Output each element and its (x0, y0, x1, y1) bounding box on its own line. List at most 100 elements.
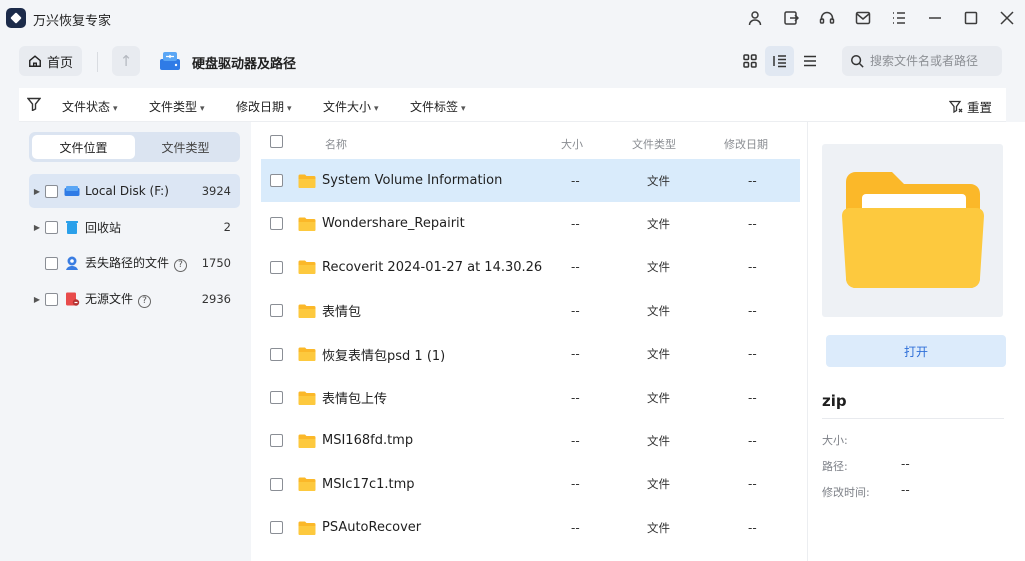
file-row[interactable]: Recoverit 2024-01-27 at 14.30.26 -- 文件 -- (261, 246, 800, 289)
preview-thumbnail (822, 144, 1003, 317)
file-date: -- (748, 347, 757, 362)
filter-modified-date[interactable]: 修改日期 ▾ (236, 98, 292, 115)
filter-file-type[interactable]: 文件类型 ▾ (149, 98, 205, 115)
help-icon[interactable]: ? (174, 259, 188, 272)
mail-icon[interactable] (845, 0, 881, 36)
app-logo-icon (6, 8, 26, 28)
row-checkbox[interactable] (270, 174, 283, 187)
filter-file-tag[interactable]: 文件标签 ▾ (410, 98, 466, 115)
file-size: -- (571, 260, 580, 275)
file-row[interactable]: 恢复表情包psd 1 (1) -- 文件 -- (261, 333, 800, 376)
grid-view-icon[interactable] (735, 46, 764, 76)
row-checkbox[interactable] (270, 391, 283, 404)
sidebar-item-lost-path-files[interactable]: 丢失路径的文件? 1750 (29, 246, 240, 280)
menu-list-icon[interactable] (881, 0, 917, 36)
home-button[interactable]: 首页 (19, 46, 82, 76)
file-row[interactable]: MSIc17c1.tmp -- 文件 -- (261, 463, 800, 506)
help-icon[interactable]: ? (138, 295, 152, 308)
column-header-type[interactable]: 文件类型 (632, 136, 676, 152)
file-name: Wondershare_Repairit (322, 216, 465, 232)
filter-label: 文件大小 (323, 100, 372, 114)
file-row[interactable]: 表情包 -- 文件 -- (261, 289, 800, 332)
view-mode-toggle (735, 46, 824, 76)
reset-filter-icon (948, 100, 963, 113)
row-checkbox[interactable] (270, 477, 283, 491)
up-button[interactable]: ↑ (112, 46, 140, 76)
file-date: -- (748, 433, 757, 448)
select-all-checkbox[interactable] (270, 135, 283, 148)
expand-arrow-icon[interactable]: ▶ (29, 187, 45, 196)
file-size: -- (571, 347, 580, 362)
file-name: MSIc17c1.tmp (322, 476, 415, 492)
folder-icon (298, 260, 316, 275)
folder-icon (298, 391, 316, 405)
checkbox[interactable] (45, 184, 58, 198)
file-row[interactable]: 表情包上传 -- 文件 -- (261, 376, 800, 419)
tab-file-type[interactable]: 文件类型 (134, 135, 237, 159)
detail-view-icon[interactable] (765, 46, 794, 76)
sidebar-item-label: 丢失路径的文件? (85, 254, 202, 272)
row-checkbox[interactable] (270, 347, 283, 361)
file-size: -- (571, 390, 580, 405)
row-checkbox[interactable] (270, 260, 283, 274)
reset-button[interactable]: 重置 (948, 97, 992, 116)
filter-file-size[interactable]: 文件大小 ▾ (323, 98, 379, 115)
filter-file-status[interactable]: 文件状态 ▾ (62, 98, 118, 115)
column-header-name[interactable]: 名称 (325, 136, 347, 152)
maximize-icon[interactable] (953, 0, 989, 36)
chevron-down-icon: ▾ (461, 104, 466, 114)
filter-label: 文件标签 (410, 100, 459, 114)
folder-icon (298, 521, 316, 535)
file-row[interactable]: PSAutoRecover -- 文件 -- (261, 506, 800, 549)
search-input[interactable] (870, 54, 1000, 68)
row-checkbox[interactable] (270, 434, 283, 448)
hard-drive-icon (160, 52, 180, 70)
file-size: -- (571, 520, 580, 535)
row-checkbox[interactable] (270, 304, 283, 318)
expand-arrow-icon[interactable]: ▶ (29, 223, 45, 232)
file-row[interactable]: System Volume Information -- 文件 -- (261, 159, 800, 202)
preview-modified-value: -- (901, 483, 910, 497)
sidebar-item-text: 无源文件 (85, 292, 134, 306)
chevron-down-icon: ▾ (287, 104, 292, 114)
trash-icon (66, 221, 78, 234)
preview-size-label: 大小: (822, 434, 848, 447)
row-checkbox[interactable] (270, 521, 283, 535)
user-icon[interactable] (737, 0, 773, 36)
file-name: MSI168fd.tmp (322, 433, 414, 449)
checkbox[interactable] (45, 256, 58, 270)
checkbox[interactable] (45, 292, 58, 306)
folder-icon (298, 477, 316, 492)
file-type: 文件 (647, 303, 670, 318)
sidebar-item-local-disk[interactable]: ▶ Local Disk (F:) 3924 (29, 174, 240, 208)
column-header-date[interactable]: 修改日期 (724, 136, 768, 152)
file-type: 文件 (647, 433, 670, 448)
preview-panel: 打开 zip 大小: 路径: -- 修改时间: -- (807, 122, 1025, 561)
logout-icon[interactable] (773, 0, 809, 36)
file-type: 文件 (647, 390, 670, 405)
row-checkbox[interactable] (270, 217, 283, 231)
filter-bar: 文件状态 ▾ 文件类型 ▾ 修改日期 ▾ 文件大小 ▾ 文件标签 ▾ 重置 (19, 88, 1006, 122)
headset-icon[interactable] (809, 0, 845, 36)
file-row[interactable]: Wondershare_Repairit -- 文件 -- (261, 202, 800, 245)
open-button[interactable]: 打开 (826, 335, 1006, 367)
arrow-up-icon: ↑ (119, 52, 133, 70)
minimize-icon[interactable] (917, 0, 953, 36)
column-header-size[interactable]: 大小 (561, 136, 583, 152)
expand-arrow-icon[interactable]: ▶ (29, 295, 45, 304)
tab-file-location[interactable]: 文件位置 (32, 135, 135, 159)
home-icon (29, 55, 41, 67)
lost-file-icon (66, 256, 78, 270)
sidebar-item-sourceless-files[interactable]: ▶ 无源文件? 2936 (29, 282, 240, 316)
file-name: Recoverit 2024-01-27 at 14.30.26 (322, 259, 542, 275)
list-view-icon[interactable] (795, 46, 824, 76)
page-title: 硬盘驱动器及路径 (192, 57, 297, 72)
file-row[interactable]: MSI168fd.tmp -- 文件 -- (261, 419, 800, 462)
preview-path-value: -- (901, 457, 910, 471)
search-box (842, 46, 1002, 76)
file-date: -- (748, 303, 757, 318)
close-icon[interactable] (989, 0, 1025, 36)
sidebar-item-recycle-bin[interactable]: ▶ 回收站 2 (29, 210, 240, 244)
reset-label: 重置 (966, 100, 992, 115)
checkbox[interactable] (45, 220, 58, 234)
